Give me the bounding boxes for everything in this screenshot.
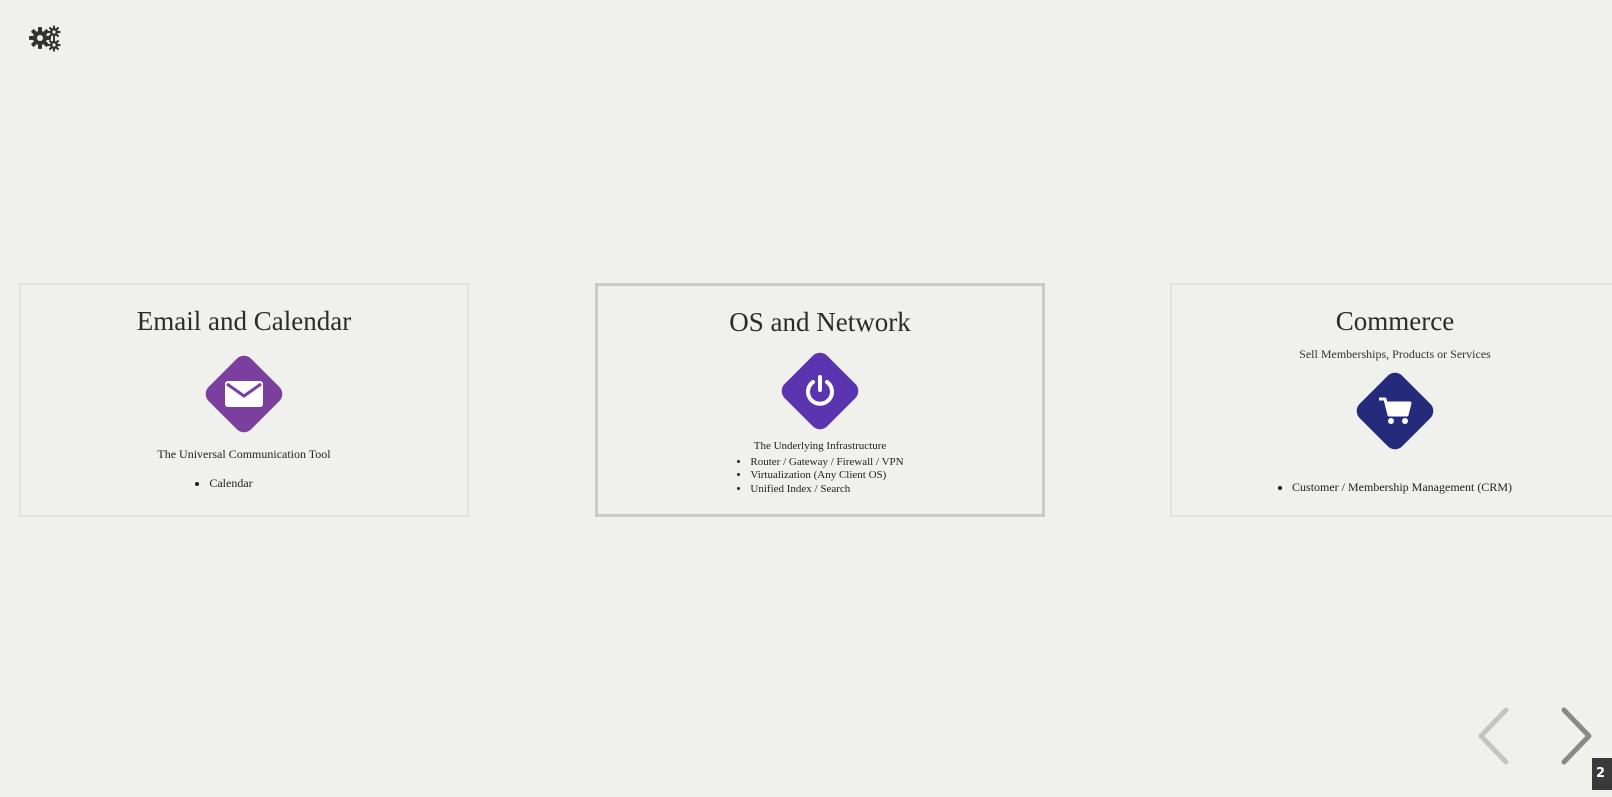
card-os-network[interactable]: OS and Network The Underlying Infrastruc… bbox=[595, 283, 1045, 517]
card-icon-badge bbox=[199, 349, 289, 439]
page-indicator: 2 bbox=[1592, 758, 1612, 790]
card-icon-badge bbox=[1350, 366, 1440, 456]
card-commerce[interactable]: Commerce Sell Memberships, Products or S… bbox=[1170, 283, 1612, 517]
next-slide-button[interactable] bbox=[1560, 707, 1594, 769]
card-subtitle: Sell Memberships, Products or Services bbox=[1299, 346, 1491, 361]
prev-slide-button[interactable] bbox=[1476, 707, 1510, 769]
card-description: The Underlying Infrastructure bbox=[753, 439, 887, 452]
feature-list: Router / Gateway / Firewall / VPN Virtua… bbox=[736, 456, 903, 497]
list-item: Customer / Membership Management (CRM) bbox=[1292, 480, 1512, 495]
feature-list: Customer / Membership Management (CRM) bbox=[1278, 480, 1512, 495]
list-item: Virtualization (Any Client OS) bbox=[750, 469, 903, 483]
list-item: Unified Index / Search bbox=[750, 483, 903, 497]
list-item: Router / Gateway / Firewall / VPN bbox=[750, 456, 903, 470]
card-email-calendar[interactable]: Email and Calendar The Universal Communi… bbox=[19, 283, 469, 517]
card-icon-badge bbox=[775, 346, 865, 436]
card-title: Email and Calendar bbox=[136, 306, 352, 336]
power-icon bbox=[806, 374, 834, 406]
envelope-icon bbox=[225, 380, 263, 407]
slide-page: Email and Calendar The Universal Communi… bbox=[0, 0, 1612, 797]
shopping-cart-icon bbox=[1379, 397, 1412, 424]
card-title: Commerce bbox=[1335, 306, 1455, 336]
list-item: Calendar bbox=[209, 476, 252, 491]
settings-button[interactable] bbox=[28, 24, 62, 52]
feature-list: Calendar bbox=[195, 476, 252, 491]
chevron-right-icon bbox=[1561, 707, 1592, 765]
card-description: The Universal Communication Tool bbox=[157, 446, 331, 461]
chevron-left-icon bbox=[1478, 707, 1509, 765]
card-title: OS and Network bbox=[729, 307, 911, 337]
gears-icon bbox=[29, 25, 61, 52]
